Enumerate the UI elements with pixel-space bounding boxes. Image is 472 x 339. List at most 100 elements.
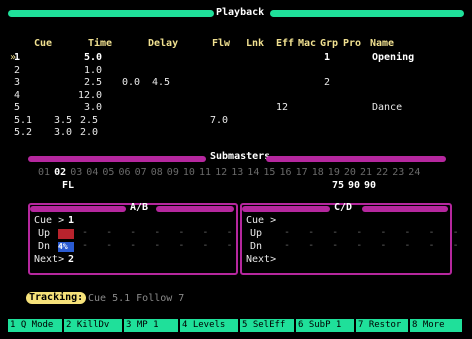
cue-cell-time-1: 3.0 <box>54 127 73 138</box>
title-bar-right <box>270 10 464 17</box>
page-title: Playback <box>216 7 265 18</box>
col-mac: Mac <box>298 38 317 49</box>
submaster-number[interactable]: 09 <box>167 167 179 178</box>
ab-cue-value: 1 <box>68 215 75 226</box>
softkey-levels[interactable]: 4 Levels <box>180 319 240 332</box>
table-row[interactable]: 5.1 3.5 2.5 7.0 <box>0 115 472 126</box>
submaster-number[interactable]: 08 <box>151 167 163 178</box>
title-bar-left <box>8 10 214 17</box>
tracking-status-text: Cue 5.1 Follow 7 <box>88 293 185 304</box>
ab-dn-label: Dn <box>38 241 51 252</box>
cue-cell-time-1: 3.0 <box>84 102 103 113</box>
submasters-title: Submasters <box>210 151 271 162</box>
table-row[interactable]: » 1 5.0 1 Opening <box>0 52 472 63</box>
col-pro: Pro <box>343 38 362 49</box>
table-row[interactable]: 3 2.5 0.0 4.5 2 <box>0 77 472 88</box>
softkey-mp1[interactable]: 3 MP 1 <box>124 319 180 332</box>
cd-bar-left <box>242 206 330 212</box>
submaster-fl-label: FL <box>62 180 75 191</box>
cd-up-label: Up <box>250 228 263 239</box>
cd-title: C/D <box>334 202 353 213</box>
cue-cell-eff: 12 <box>276 102 289 113</box>
submaster-number[interactable]: 21 <box>360 167 372 178</box>
cue-cell-time-1: 1.0 <box>84 64 103 76</box>
submaster-number[interactable]: 12 <box>215 167 227 178</box>
table-row[interactable]: 5 3.0 12 Dance <box>0 102 472 113</box>
cd-bar-right <box>362 206 448 212</box>
softkey-restor[interactable]: 7 Restor <box>356 319 410 332</box>
cue-cell-time-1: 5.0 <box>84 52 103 63</box>
ab-dn-fader[interactable]: 4% <box>58 242 74 252</box>
cue-cell-grp: 2 <box>324 77 331 88</box>
submaster-number[interactable]: 22 <box>376 167 388 178</box>
cue-cell-time-1: 12.0 <box>78 89 103 101</box>
col-lnk: Lnk <box>246 38 265 49</box>
softkey-killdv[interactable]: 2 KillDv <box>64 319 124 332</box>
ab-title: A/B <box>130 202 149 213</box>
cd-next-label: Next> <box>246 254 277 265</box>
submaster-number[interactable]: 17 <box>296 167 308 178</box>
col-name: Name <box>370 38 395 49</box>
cue-cell-name: Dance <box>372 102 403 113</box>
submaster-number[interactable]: 24 <box>408 167 420 178</box>
cd-up-dashes: - - - - - - - - <box>284 227 459 238</box>
cue-cell-cue: 1 <box>14 52 21 63</box>
col-cue: Cue <box>34 38 53 49</box>
ab-cue-label: Cue > <box>34 215 65 226</box>
ab-up-label: Up <box>38 228 51 239</box>
submaster-number[interactable]: 20 <box>344 167 356 178</box>
softkey-seleff[interactable]: 5 SelEff <box>240 319 296 332</box>
cue-cell-cue: 3 <box>14 77 21 88</box>
submaster-number[interactable]: 02 <box>54 167 66 178</box>
cue-cell-delay-1: 0.0 <box>122 77 141 88</box>
submaster-number[interactable]: 01 <box>38 167 50 178</box>
submaster-number[interactable]: 07 <box>135 167 147 178</box>
submaster-number[interactable]: 15 <box>263 167 275 178</box>
softkey-more[interactable]: 8 More <box>410 319 464 332</box>
submaster-number[interactable]: 19 <box>328 167 340 178</box>
submaster-number[interactable]: 05 <box>102 167 114 178</box>
cue-cell-cue: 5.1 <box>14 114 33 126</box>
ab-next-value: 2 <box>68 254 75 265</box>
submaster-number[interactable]: 13 <box>231 167 243 178</box>
col-time: Time <box>88 38 113 49</box>
table-row[interactable]: 4 12.0 <box>0 90 472 101</box>
submasters-bar-left <box>28 156 206 162</box>
cue-cell-delay-2: 4.5 <box>152 77 171 88</box>
submaster-number[interactable]: 03 <box>70 167 82 178</box>
col-grp: Grp <box>320 38 339 49</box>
cd-dn-dashes: - - - - - - - - <box>284 240 459 251</box>
ab-up-fader[interactable] <box>58 229 74 239</box>
col-delay: Delay <box>148 38 179 49</box>
ab-bar-left <box>30 206 126 212</box>
submaster-number[interactable]: 06 <box>119 167 131 178</box>
softkey-q-mode[interactable]: 1 Q Mode <box>8 319 64 332</box>
submaster-level-20[interactable]: 90 <box>364 180 376 191</box>
tracking-badge: Tracking: <box>26 292 87 304</box>
ab-bar-right <box>156 206 234 212</box>
submaster-number[interactable]: 11 <box>199 167 211 178</box>
submaster-number[interactable]: 18 <box>312 167 324 178</box>
cd-dn-label: Dn <box>250 241 263 252</box>
ab-up-dashes: - - - - - - - <box>82 227 233 238</box>
cue-cell-time-2: 2.5 <box>80 114 99 126</box>
submasters-bar-right <box>266 156 446 162</box>
ab-dn-dashes: - - - - - - - <box>82 240 233 251</box>
softkey-subp1[interactable]: 6 SubP 1 <box>296 319 356 332</box>
cue-cell-time-2: 2.0 <box>80 127 99 138</box>
submaster-number[interactable]: 04 <box>86 167 98 178</box>
cue-cell-time-1: 3.5 <box>54 114 73 126</box>
cue-cell-cue: 2 <box>14 64 21 76</box>
submaster-level-18[interactable]: 75 <box>332 180 344 191</box>
submaster-number[interactable]: 16 <box>280 167 292 178</box>
submaster-number[interactable]: 10 <box>183 167 195 178</box>
submaster-level-19[interactable]: 90 <box>348 180 360 191</box>
table-row[interactable]: 2 1.0 <box>0 65 472 76</box>
submaster-number[interactable]: 14 <box>247 167 259 178</box>
cue-cell-cue: 4 <box>14 89 21 101</box>
cue-cell-name: Opening <box>372 52 415 63</box>
table-row[interactable]: 5.2 3.0 2.0 <box>0 127 472 138</box>
cue-cell-cue: 5 <box>14 102 21 113</box>
cue-cell-flw: 7.0 <box>210 114 229 126</box>
submaster-number[interactable]: 23 <box>392 167 404 178</box>
